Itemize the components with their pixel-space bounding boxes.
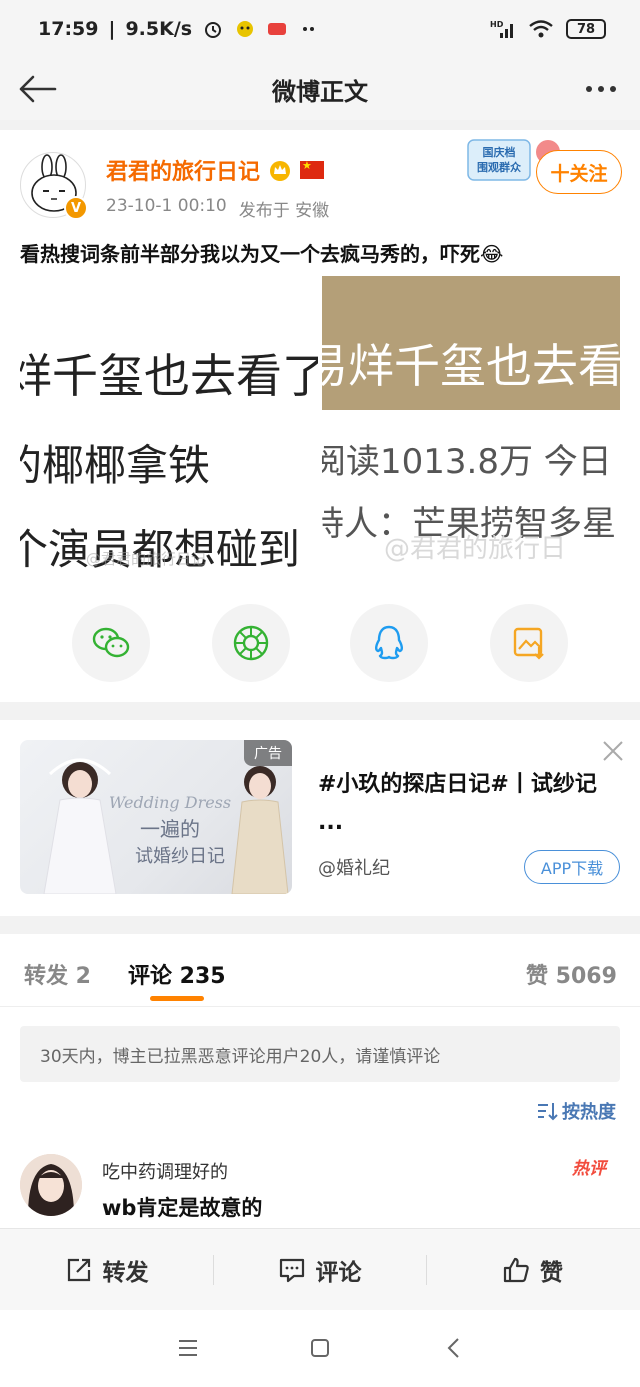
verified-badge-icon: V	[64, 196, 88, 220]
ad-tag: 广告	[244, 740, 292, 766]
save-image-icon	[513, 627, 544, 660]
post-text: 看热搜词条前半部分我以为又一个去疯马秀的，吓死😂	[20, 242, 504, 266]
bottom-action-bar: 转发 评论 赞	[0, 1228, 640, 1310]
back-arrow-icon	[19, 75, 57, 103]
moments-icon	[233, 625, 269, 661]
wifi-icon	[529, 20, 553, 38]
follow-button[interactable]: 十关注	[536, 150, 622, 194]
svg-text:一遍的: 一遍的	[140, 817, 200, 841]
sort-label: 按热度	[562, 1102, 616, 1123]
image-1-line-1: 烊千玺也去看了	[20, 349, 318, 403]
system-back-icon[interactable]	[442, 1336, 466, 1360]
svg-text:围观群众: 围观群众	[477, 160, 522, 174]
close-ad-icon[interactable]	[600, 738, 626, 764]
back-button[interactable]	[14, 66, 60, 112]
more-options-button[interactable]	[578, 66, 624, 112]
comments-section: 转发 2 评论 235 赞 5069 30天内，博主已拉黑恶意评论用户20人，请…	[0, 934, 640, 1228]
page-title: 微博正文	[272, 77, 368, 106]
commenter-avatar-image	[20, 1154, 82, 1216]
share-qq-button[interactable]	[350, 604, 428, 682]
tab-reposts[interactable]: 转发 2	[24, 958, 91, 990]
sort-icon	[538, 1103, 558, 1121]
comment-icon	[279, 1258, 304, 1283]
alarm-icon	[205, 22, 222, 38]
ad-image[interactable]: Wedding Dress 一遍的 试婚纱日记 广告	[20, 740, 292, 894]
signal-icon: HD	[490, 20, 513, 38]
image-2-line-2: 阅读1013.8万 今日	[322, 442, 612, 482]
sort-by-hot-button[interactable]: 按热度	[536, 1098, 616, 1124]
image-2-line-1: 易烊千玺也去看	[322, 339, 620, 393]
author-name[interactable]: 君君的旅行日记	[106, 154, 260, 186]
ad-title[interactable]: #小玖的探店日记#丨试纱记 ...	[318, 766, 618, 842]
save-image-button[interactable]	[490, 604, 568, 682]
crown-icon	[270, 161, 291, 181]
status-bar: 17:59 | 9.5K/s HD 78	[0, 0, 640, 58]
like-button[interactable]: 赞	[426, 1229, 639, 1311]
app-download-button[interactable]: APP下载	[524, 850, 620, 884]
svg-text:HD: HD	[490, 20, 504, 29]
post-date: 23-10-1 00:10	[106, 196, 227, 216]
recent-apps-icon[interactable]	[176, 1336, 200, 1360]
thumbs-up-icon	[503, 1257, 529, 1283]
comment-text: wb肯定是故意的	[102, 1196, 263, 1220]
post-card: V 君君的旅行日记 23-10-1 00:10 发布于 安徽 国庆档 围观群众 …	[0, 130, 640, 702]
system-nav-bar	[0, 1310, 640, 1387]
ad-source: @婚礼纪	[318, 858, 390, 879]
home-icon[interactable]	[308, 1336, 332, 1360]
active-tab-indicator	[150, 996, 204, 1001]
repost-button[interactable]: 转发	[0, 1229, 213, 1311]
post-location: 发布于 安徽	[238, 201, 330, 221]
commenter-name[interactable]: 吃中药调理好的	[102, 1158, 228, 1184]
like-label: 赞	[540, 1260, 563, 1286]
more-notifications-icon	[303, 27, 315, 31]
ad-card[interactable]: Wedding Dress 一遍的 试婚纱日记 广告 #小玖的探店日记#丨试纱记…	[0, 720, 640, 916]
svg-text:试婚纱日记: 试婚纱日记	[135, 846, 225, 867]
repost-label: 转发	[102, 1260, 149, 1286]
tab-likes[interactable]: 赞 5069	[526, 958, 617, 990]
tab-comments[interactable]: 评论 235	[128, 958, 226, 990]
svg-text:国庆档: 国庆档	[483, 145, 516, 159]
top-nav-bar: 微博正文	[0, 58, 640, 120]
status-network-speed: 9.5K/s	[125, 18, 193, 40]
comment-notice: 30天内，博主已拉黑恶意评论用户20人，请谨慎评论	[20, 1026, 620, 1082]
status-time: 17:59	[38, 18, 99, 40]
image-1-watermark: @君君的旅行日记	[86, 550, 207, 568]
hot-comment-badge: 热评	[572, 1159, 606, 1179]
share-row	[0, 604, 640, 684]
wechat-icon	[92, 627, 130, 658]
share-wechat-button[interactable]	[72, 604, 150, 682]
post-image-2[interactable]: 易烊千玺也去看 阅读1013.8万 今日 持人：芒果捞智多星 @君君的旅行日	[322, 276, 620, 568]
repost-icon	[67, 1258, 90, 1282]
svg-text:Wedding Dress: Wedding Dress	[109, 793, 231, 812]
image-2-watermark: @君君的旅行日	[384, 534, 567, 564]
share-moments-button[interactable]	[212, 604, 290, 682]
app-notification-icon	[237, 21, 254, 37]
china-flag-icon	[300, 159, 325, 179]
post-image-1[interactable]: 烊千玺也去看了 的椰椰拿铁 个演员都想碰到 @君君的旅行日记	[20, 276, 318, 568]
image-1-line-2: 的椰椰拿铁	[20, 441, 211, 490]
follow-label: 十关注	[550, 162, 608, 185]
message-notification-icon	[268, 23, 287, 35]
qq-icon	[375, 625, 403, 660]
commenter-avatar[interactable]	[20, 1154, 82, 1216]
comment-button[interactable]: 评论	[213, 1229, 426, 1311]
comment-label: 评论	[315, 1260, 362, 1286]
battery-indicator: 78	[566, 19, 606, 39]
